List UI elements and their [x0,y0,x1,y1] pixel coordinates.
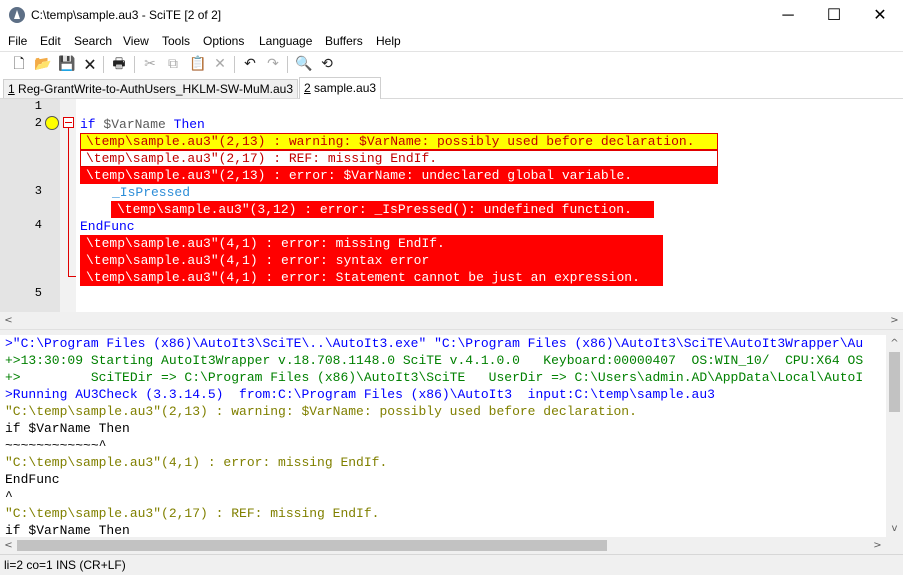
tab-label: Reg-GrantWrite-to-AuthUsers_HKLM-SW-MuM.… [18,82,293,96]
keyword: EndFunc [80,219,135,234]
line-number: 1 [34,99,42,113]
scroll-right-arrow-icon[interactable]: > [886,312,903,329]
output-line: +> SciTEDir => C:\Program Files (x86)\Au… [5,370,864,385]
tab-number: 1 [8,82,15,96]
output-line: EndFunc [5,472,60,487]
scroll-down-arrow-icon[interactable]: v [886,520,903,537]
fold-collapse-icon[interactable] [63,117,74,128]
output-line: "C:\temp\sample.au3"(2,13) : warning: $V… [5,404,637,419]
copy-icon[interactable]: ⧉ [165,56,181,72]
output-line: if $VarName Then [5,523,130,537]
title-bar: C:\temp\sample.au3 - SciTE [2 of 2] ─ ☐ … [0,0,903,31]
bookmark-marker-icon[interactable] [45,116,59,130]
menu-help[interactable]: Help [376,34,401,48]
keyword: Then [173,117,205,132]
output-line: +>13:30:09 Starting AutoIt3Wrapper v.18.… [5,353,864,368]
output-line: >Running AU3Check (3.3.14.5) from:C:\Pro… [5,387,715,402]
scroll-up-arrow-icon[interactable]: ^ [886,335,903,352]
code-line-2: if $VarName Then [80,116,205,133]
annotation-error: \temp\sample.au3"(3,12) : error: _IsPres… [111,201,654,218]
menu-tools[interactable]: Tools [162,34,190,48]
print-icon[interactable]: 🖶 [111,56,127,72]
buffer-tabs: 1 Reg-GrantWrite-to-AuthUsers_HKLM-SW-Mu… [0,76,903,100]
status-bar: li=2 co=1 INS (CR+LF) [0,554,903,575]
close-file-icon[interactable]: 🗙 [82,56,98,72]
annotation-error: \temp\sample.au3"(4,1) : error: syntax e… [80,252,663,269]
output-line: "C:\temp\sample.au3"(2,17) : REF: missin… [5,506,380,521]
find-icon[interactable]: 🔍 [295,56,312,72]
cut-icon[interactable]: ✂ [142,56,158,72]
scroll-left-arrow-icon[interactable]: < [0,537,17,554]
replace-icon[interactable]: ⟲ [319,56,335,72]
output-horizontal-scrollbar[interactable]: < > [0,537,903,554]
keyword: if [80,117,96,132]
fold-line [68,128,69,276]
output-line: >"C:\Program Files (x86)\AutoIt3\SciTE\.… [5,336,864,351]
status-text: li=2 co=1 INS (CR+LF) [4,558,126,572]
output-vertical-scrollbar[interactable]: ^ v [886,335,903,537]
line-number: 4 [34,218,42,232]
minimize-button[interactable]: ─ [765,0,811,31]
menu-file[interactable]: File [8,34,27,48]
annotation-warning: \temp\sample.au3"(2,13) : warning: $VarN… [80,133,718,150]
toolbar-separator [234,56,235,73]
output-line: ~~~~~~~~~~~~^ [5,438,107,453]
tab-number: 2 [304,81,311,95]
line-number: 2 [34,116,42,130]
menu-options[interactable]: Options [203,34,244,48]
code-line-4: EndFunc [80,218,135,235]
output-line: ^ [5,489,13,504]
maximize-button[interactable]: ☐ [811,0,857,31]
scroll-left-arrow-icon[interactable]: < [0,312,17,329]
redo-icon[interactable]: ↷ [265,56,281,72]
annotation-error: \temp\sample.au3"(2,13) : error: $VarNam… [80,167,718,184]
annotation-error: \temp\sample.au3"(4,1) : error: missing … [80,235,663,252]
toolbar: 🗋 📂 💾 🗙 🖶 ✂ ⧉ 📋 ✕ ↶ ↷ 🔍 ⟲ [0,51,903,77]
open-folder-icon[interactable]: 📂 [34,56,51,72]
menu-buffers[interactable]: Buffers [325,34,363,48]
menu-bar: File Edit Search View Tools Options Lang… [0,31,903,51]
output-pane[interactable]: >"C:\Program Files (x86)\AutoIt3\SciTE\.… [0,335,886,537]
save-icon[interactable]: 💾 [58,56,75,72]
paste-icon[interactable]: 📋 [189,56,206,72]
output-line: "C:\temp\sample.au3"(4,1) : error: missi… [5,455,388,470]
function-name: _IsPressed [112,185,191,200]
menu-view[interactable]: View [123,34,149,48]
tab-label: sample.au3 [314,81,377,95]
scroll-thumb[interactable] [17,540,607,551]
code-line-3: _IsPressed [112,184,190,201]
undo-icon[interactable]: ↶ [242,56,258,72]
close-button[interactable]: ✕ [857,0,903,31]
toolbar-separator [134,56,135,73]
line-number: 5 [34,286,42,300]
line-number-margin: 1 2 3 4 5 [0,99,60,312]
window-title: C:\temp\sample.au3 - SciTE [2 of 2] [31,8,222,22]
variable: $VarName [103,117,166,132]
new-file-icon[interactable]: 🗋 [11,56,27,72]
tab-sample-au3[interactable]: 2 sample.au3 [299,77,382,100]
menu-search[interactable]: Search [74,34,112,48]
scite-app-icon[interactable] [9,7,25,23]
tab-reg-grantwrite[interactable]: 1 Reg-GrantWrite-to-AuthUsers_HKLM-SW-Mu… [3,79,298,98]
delete-icon[interactable]: ✕ [212,56,228,72]
editor-horizontal-scrollbar[interactable]: < > [0,312,903,329]
output-line: if $VarName Then [5,421,130,436]
toolbar-separator [103,56,104,73]
fold-end [68,276,76,277]
annotation-error: \temp\sample.au3"(4,1) : error: Statemen… [80,269,663,286]
code-editor[interactable]: 1 2 3 4 5 if $VarName Then \temp\sample.… [0,99,903,312]
toolbar-separator [287,56,288,73]
scroll-right-arrow-icon[interactable]: > [869,537,886,554]
scroll-thumb[interactable] [889,352,900,412]
annotation-ref: \temp\sample.au3"(2,17) : REF: missing E… [80,150,718,167]
line-number: 3 [34,184,42,198]
menu-language[interactable]: Language [259,34,312,48]
menu-edit[interactable]: Edit [40,34,61,48]
